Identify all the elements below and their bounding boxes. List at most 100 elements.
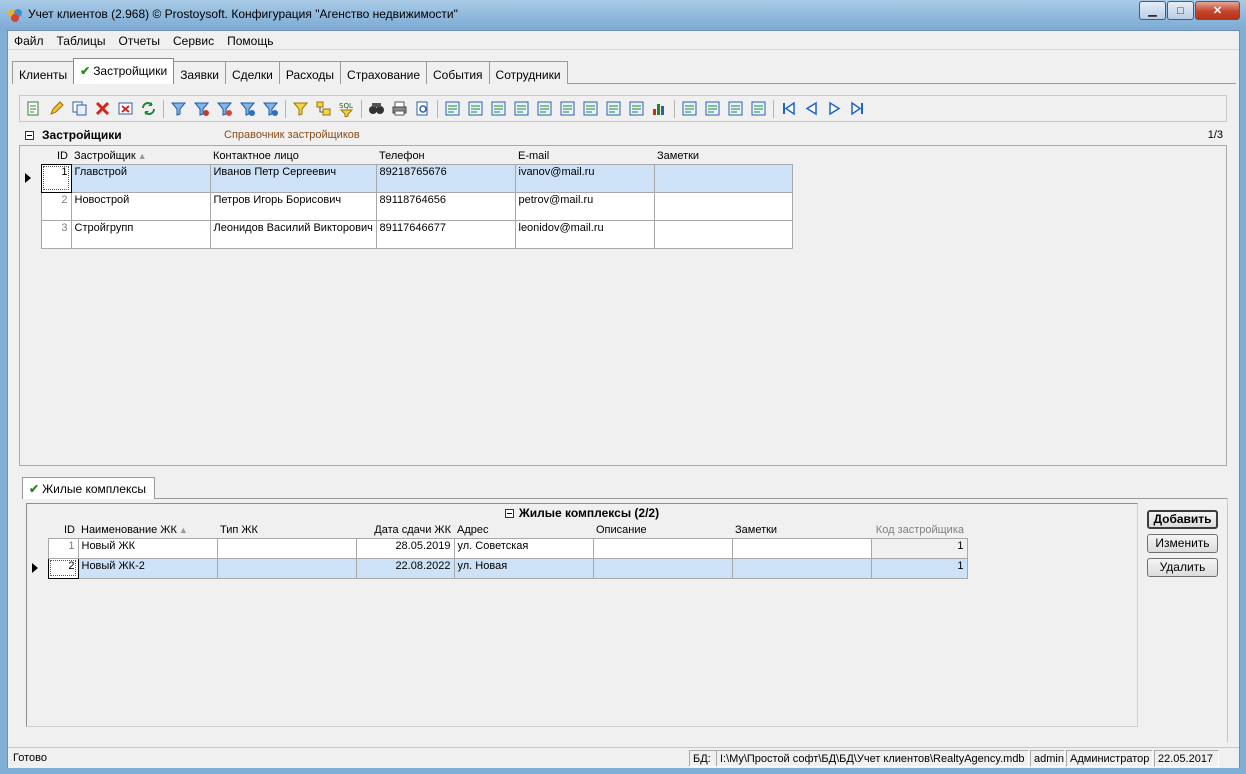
- cell-developer[interactable]: Новострой: [70, 191, 211, 221]
- tab-employees[interactable]: Сотрудники: [488, 61, 568, 84]
- table-row[interactable]: 2 Новострой Петров Игорь Борисович 89118…: [20, 191, 793, 221]
- filter-saved-icon[interactable]: [260, 99, 280, 119]
- tab-housing-complexes[interactable]: ✔ Жилые комплексы: [22, 477, 155, 499]
- menu-service[interactable]: Сервис: [167, 31, 221, 49]
- column-header-notes[interactable]: Заметки: [732, 522, 871, 538]
- column-header-date[interactable]: Дата сдачи ЖК: [356, 522, 454, 538]
- cell-id[interactable]: 1: [47, 537, 79, 559]
- column-header-developer-code[interactable]: Код застройщика: [871, 522, 967, 538]
- column-header-type[interactable]: Тип ЖК: [217, 522, 356, 538]
- menu-reports[interactable]: Отчеты: [113, 31, 167, 49]
- tab-expenses[interactable]: Расходы: [278, 61, 342, 84]
- tab-insurance[interactable]: Страхование: [340, 61, 427, 84]
- cell-phone[interactable]: 89118764656: [375, 191, 516, 221]
- cell-address[interactable]: ул. Новая: [453, 557, 594, 579]
- cell-phone[interactable]: 89218765676: [375, 163, 516, 193]
- add-button[interactable]: Добавить: [1147, 510, 1218, 529]
- export-csv-icon[interactable]: [580, 99, 600, 119]
- export-icon[interactable]: [442, 99, 462, 119]
- prev-record-icon[interactable]: [801, 99, 821, 119]
- edit-button[interactable]: Изменить: [1147, 534, 1218, 553]
- table-row[interactable]: 2 Новый ЖК-2 22.08.2022 ул. Новая 1: [27, 557, 968, 579]
- cell-id[interactable]: 2: [47, 557, 79, 579]
- cell-notes[interactable]: [731, 557, 872, 579]
- first-record-icon[interactable]: [778, 99, 798, 119]
- tab-deals[interactable]: Сделки: [224, 61, 280, 84]
- cell-name[interactable]: Новый ЖК: [77, 537, 218, 559]
- cell-notes[interactable]: [731, 537, 872, 559]
- export-txt-icon[interactable]: [603, 99, 623, 119]
- sort-icon[interactable]: [290, 99, 310, 119]
- cell-description[interactable]: [592, 557, 733, 579]
- column-header-description[interactable]: Описание: [593, 522, 732, 538]
- column-header-contact[interactable]: Контактное лицо: [210, 148, 376, 164]
- column-header-phone[interactable]: Телефон: [376, 148, 515, 164]
- table-settings-icon[interactable]: [725, 99, 745, 119]
- cell-notes[interactable]: [653, 219, 793, 249]
- column-header-email[interactable]: E-mail: [515, 148, 654, 164]
- form-settings-icon[interactable]: [702, 99, 722, 119]
- cell-notes[interactable]: [653, 191, 793, 221]
- cell-date[interactable]: 22.08.2022: [355, 557, 455, 579]
- cell-developer[interactable]: Стройгрупп: [70, 219, 211, 249]
- tab-clients[interactable]: Клиенты: [12, 61, 75, 84]
- cell-description[interactable]: [592, 537, 733, 559]
- cell-contact[interactable]: Леонидов Василий Викторович: [209, 219, 377, 249]
- collapse-icon[interactable]: [504, 509, 514, 518]
- cell-type[interactable]: [216, 537, 357, 559]
- export-xml-icon[interactable]: [626, 99, 646, 119]
- cell-developer-code[interactable]: 1: [870, 537, 968, 559]
- maximize-button[interactable]: □: [1167, 1, 1194, 20]
- tab-requests[interactable]: Заявки: [173, 61, 226, 84]
- cell-name[interactable]: Новый ЖК-2: [77, 557, 218, 579]
- delete-button[interactable]: Удалить: [1147, 558, 1218, 577]
- find-icon[interactable]: [366, 99, 386, 119]
- copy-icon[interactable]: [69, 99, 89, 119]
- column-header-developer[interactable]: Застройщик ▲: [71, 148, 210, 164]
- refresh-icon[interactable]: [138, 99, 158, 119]
- import-icon[interactable]: [465, 99, 485, 119]
- export-word-icon[interactable]: [488, 99, 508, 119]
- cell-id[interactable]: 2: [40, 191, 72, 221]
- delete-icon[interactable]: [92, 99, 112, 119]
- filter-advanced-icon[interactable]: [237, 99, 257, 119]
- cell-phone[interactable]: 89117646677: [375, 219, 516, 249]
- export-word2-icon[interactable]: [511, 99, 531, 119]
- cell-id[interactable]: 1: [40, 163, 72, 193]
- column-header-id[interactable]: ID: [48, 522, 78, 538]
- column-header-notes[interactable]: Заметки: [654, 148, 792, 164]
- report-settings-icon[interactable]: [748, 99, 768, 119]
- export-excel2-icon[interactable]: [557, 99, 577, 119]
- close-button[interactable]: ✕: [1195, 1, 1240, 20]
- tab-events[interactable]: События: [426, 61, 490, 84]
- cell-email[interactable]: leonidov@mail.ru: [514, 219, 655, 249]
- collapse-icon[interactable]: [25, 131, 34, 140]
- print-preview-icon[interactable]: [412, 99, 432, 119]
- table-row[interactable]: 1 Главстрой Иванов Петр Сергеевич 892187…: [20, 163, 793, 193]
- cell-developer-code[interactable]: 1: [870, 557, 968, 579]
- filter-remove-icon[interactable]: [191, 99, 211, 119]
- cell-email[interactable]: petrov@mail.ru: [514, 191, 655, 221]
- filter-clear-icon[interactable]: [214, 99, 234, 119]
- cell-contact[interactable]: Иванов Петр Сергеевич: [209, 163, 377, 193]
- cell-address[interactable]: ул. Советская: [453, 537, 594, 559]
- print-icon[interactable]: [389, 99, 409, 119]
- group-icon[interactable]: [313, 99, 333, 119]
- column-header-id[interactable]: ID: [41, 148, 71, 164]
- export-excel-icon[interactable]: [534, 99, 554, 119]
- cell-id[interactable]: 3: [40, 219, 72, 249]
- cell-notes[interactable]: [653, 163, 793, 193]
- menu-tables[interactable]: Таблицы: [51, 31, 113, 49]
- new-record-icon[interactable]: [23, 99, 43, 119]
- tab-developers[interactable]: ✔ Застройщики: [73, 58, 175, 84]
- table-row[interactable]: 3 Стройгрупп Леонидов Василий Викторович…: [20, 219, 793, 249]
- minimize-button[interactable]: ▁: [1139, 1, 1166, 20]
- column-header-name[interactable]: Наименование ЖК ▲: [78, 522, 217, 538]
- next-record-icon[interactable]: [824, 99, 844, 119]
- cell-email[interactable]: ivanov@mail.ru: [514, 163, 655, 193]
- last-record-icon[interactable]: [847, 99, 867, 119]
- cell-contact[interactable]: Петров Игорь Борисович: [209, 191, 377, 221]
- cell-type[interactable]: [216, 557, 357, 579]
- chart-icon[interactable]: [649, 99, 669, 119]
- menu-help[interactable]: Помощь: [221, 31, 280, 49]
